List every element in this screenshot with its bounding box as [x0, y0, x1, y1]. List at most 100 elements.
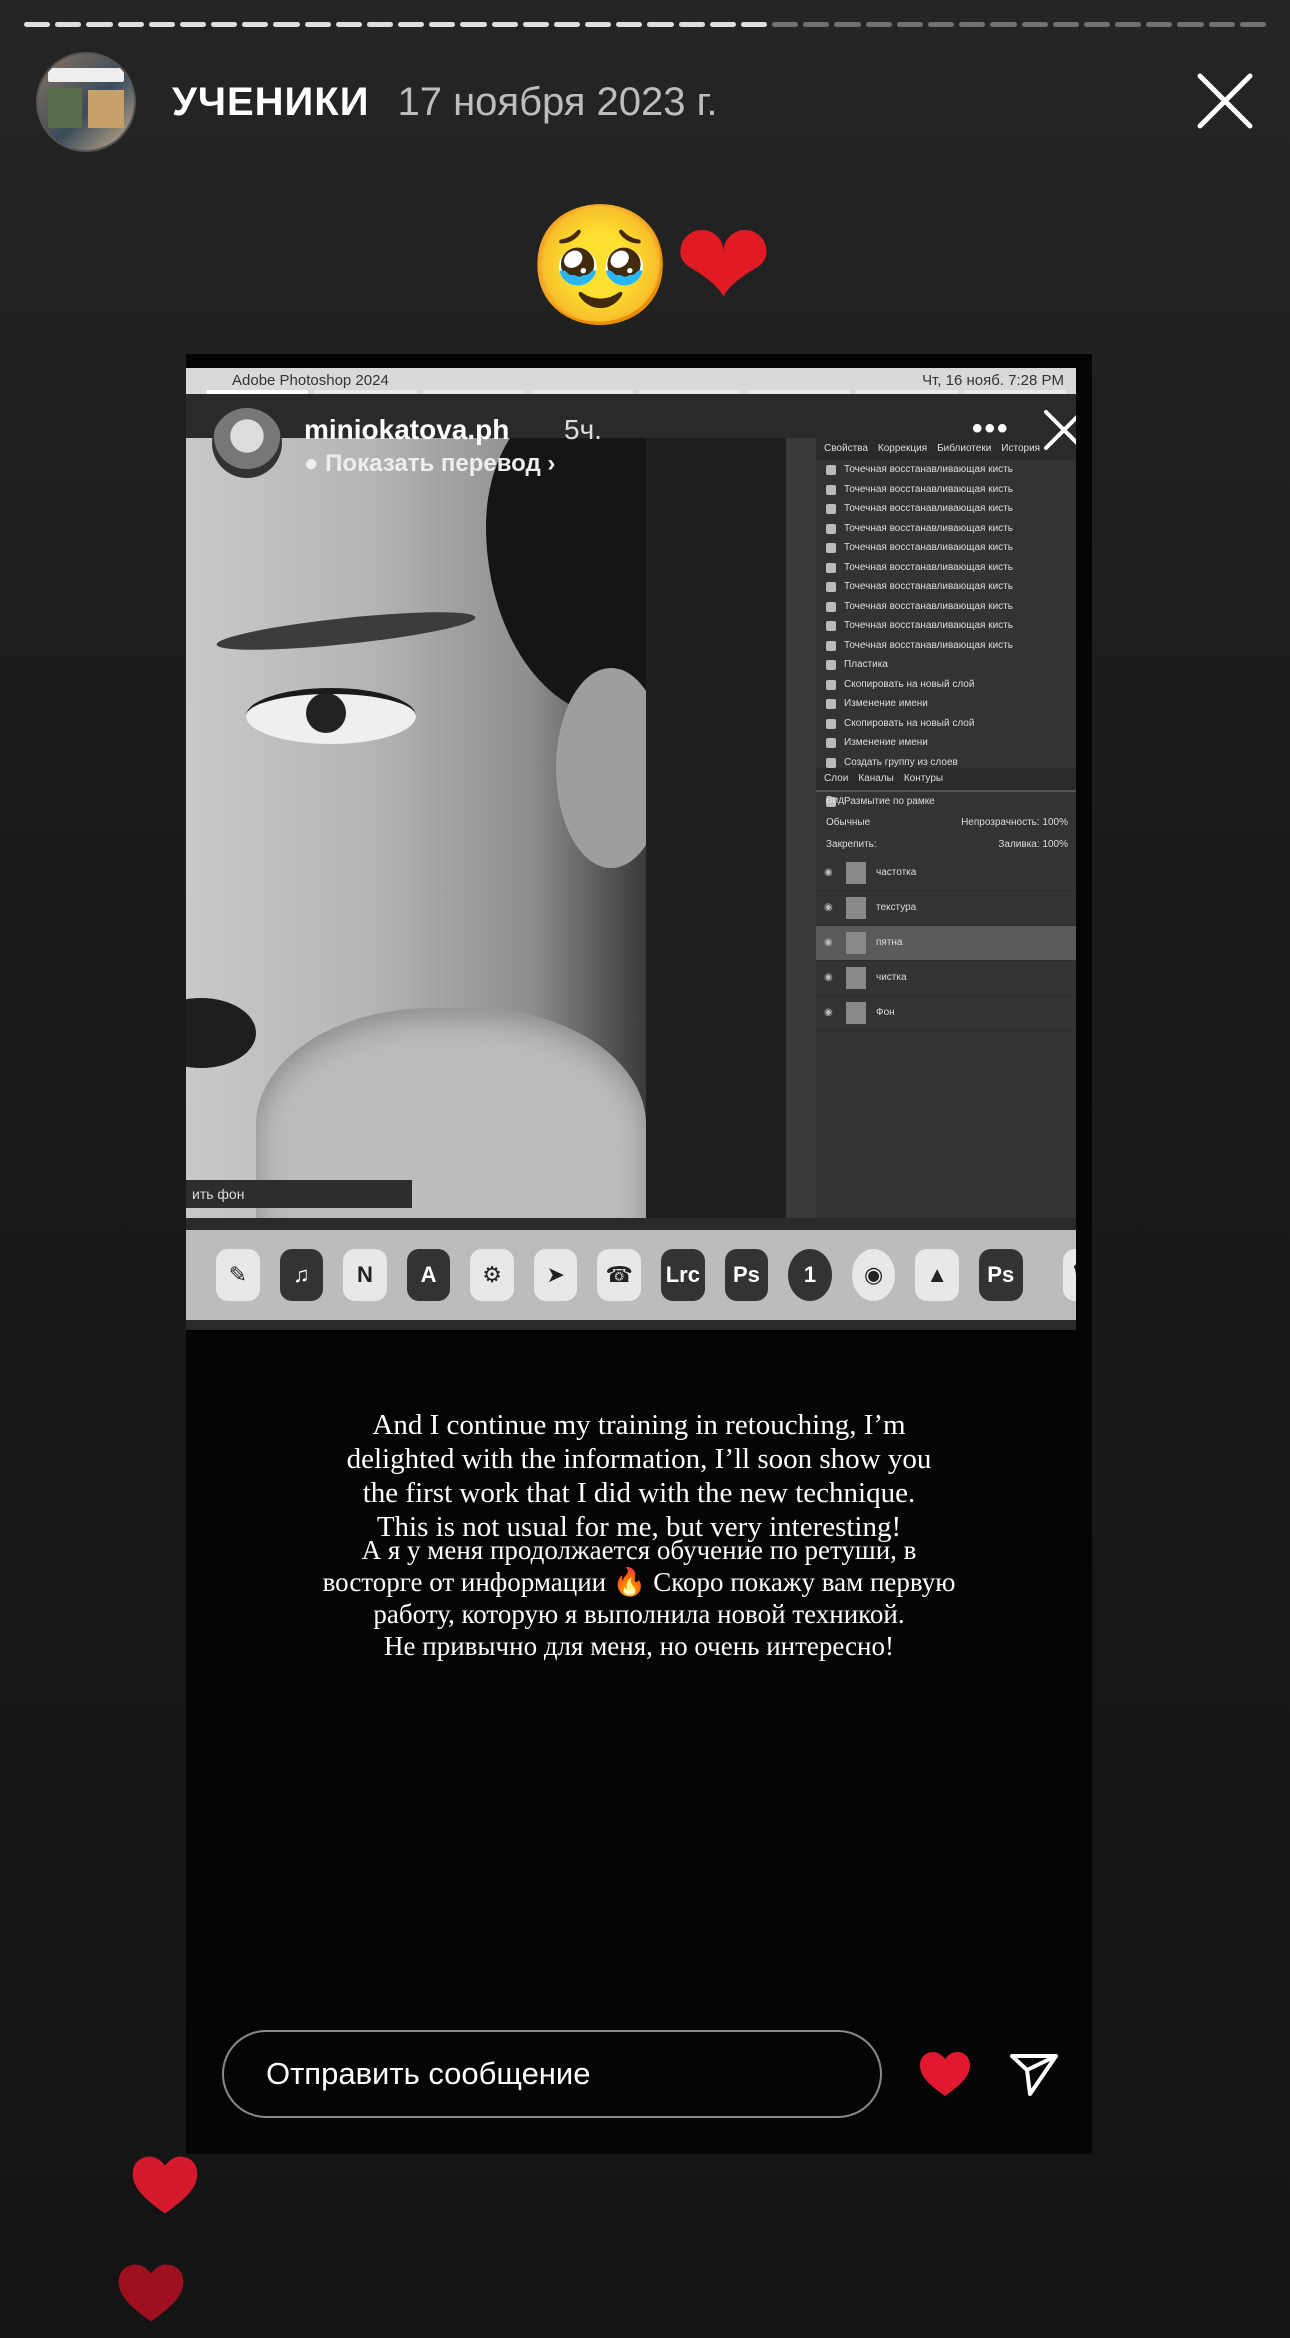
progress-segment [1083, 22, 1111, 27]
chevron-right-icon: › [547, 450, 556, 477]
layer-list: частоткатекстурапятначисткаФон [816, 856, 1076, 1031]
progress-segment [366, 22, 394, 27]
opacity-label: Непрозрачность: 100% [961, 817, 1068, 828]
contextual-taskbar-label: ить фон [192, 1186, 245, 1202]
caption-english: And I continue my training in retouching… [186, 1408, 1092, 1544]
dock-news-icon: N [343, 1249, 387, 1301]
progress-segment [927, 22, 955, 27]
progress-segment [179, 22, 207, 27]
history-item: Точечная восстанавливающая кисть [816, 558, 1076, 578]
history-item: Точечная восстанавливающая кисть [816, 636, 1076, 656]
red-heart-emoji: ❤ [674, 196, 773, 334]
history-item: Точечная восстанавливающая кисть [816, 499, 1076, 519]
progress-segment [585, 22, 612, 27]
account-avatar[interactable] [36, 52, 136, 152]
caption-line: восторге от информации 🔥 Скоро покажу ва… [322, 1567, 956, 1597]
inner-story-header: miniokatova.ph 5ч. ● Показать перевод › … [212, 408, 1076, 478]
dock-music-icon: ♫ [279, 1249, 324, 1301]
lock-label: Закрепить: [826, 839, 877, 850]
dock-lightroom-icon: Lrc [661, 1249, 705, 1301]
layers-tab: Каналы [858, 773, 894, 784]
dock-1password-icon: 1 [788, 1249, 832, 1301]
show-translation-link: ● Показать перевод › [304, 450, 555, 478]
story-header: УЧЕНИКИ 17 ноября 2023 г. [36, 52, 1260, 152]
story-progress-bar [24, 22, 1266, 27]
caption-line: Не привычно для меня, но очень интересно… [384, 1631, 894, 1661]
progress-segment [1115, 22, 1142, 27]
progress-segment [772, 22, 799, 27]
caption-russian: А я у меня продолжается обучение по рету… [186, 1534, 1092, 1662]
inner-username: miniokatova.ph [304, 414, 510, 445]
dock-trash-icon: 🗑 [1062, 1249, 1076, 1301]
progress-segment [678, 22, 705, 27]
progress-segment [803, 22, 830, 27]
dock-freeform-icon: ✎ [216, 1249, 260, 1301]
progress-segment [1052, 22, 1079, 27]
reply-input[interactable]: Отправить сообщение [222, 2030, 882, 2118]
progress-segment [1021, 22, 1048, 27]
progress-segment [553, 22, 581, 27]
translation-bubble-icon: ● [304, 450, 319, 477]
layer-row: текстура [816, 891, 1076, 926]
progress-segment [1208, 22, 1235, 27]
dock-photoshop-icon: Ps [724, 1249, 769, 1301]
progress-segment [55, 22, 82, 27]
show-translation-label: Показать перевод [325, 450, 541, 477]
history-item: Точечная восстанавливающая кисть [816, 480, 1076, 500]
story-viewer: УЧЕНИКИ 17 ноября 2023 г. 🥹❤ Adobe Photo… [0, 0, 1290, 2338]
history-item: Скопировать на новый слой [816, 675, 1076, 695]
portrait-photo [186, 438, 646, 1218]
heart-icon[interactable] [918, 2050, 972, 2098]
caption-line: работу, которую я выполнила новой техник… [373, 1599, 905, 1629]
layers-tab: Слои [824, 773, 849, 784]
inner-progress-bar [206, 390, 1066, 394]
account-name[interactable]: УЧЕНИКИ [172, 80, 369, 125]
caption-line: the first work that I did with the new t… [362, 1477, 916, 1509]
progress-segment [1146, 22, 1173, 27]
layers-panel: Слои Каналы Контуры Вид Обычные Непрозрачн… [816, 768, 1076, 1031]
history-item: Точечная восстанавливающая кисть [816, 616, 1076, 636]
progress-segment [1177, 22, 1204, 27]
dock-settings-icon: ⚙ [470, 1249, 514, 1301]
inner-avatar [212, 408, 282, 478]
dock-appstore-icon: A [406, 1249, 451, 1301]
history-item: Пластика [816, 655, 1076, 675]
close-icon[interactable] [1190, 66, 1260, 136]
reposted-story-card[interactable]: Adobe Photoshop 2024 Чт, 16 нояб. 7:28 P… [186, 354, 1092, 2154]
progress-segment [896, 22, 923, 27]
caption-line: delighted with the information, I’ll soo… [346, 1443, 932, 1475]
fill-label: Заливка: 100% [998, 839, 1068, 850]
history-item: Точечная восстанавливающая кисть [816, 538, 1076, 558]
floating-heart-icon [132, 2156, 198, 2214]
send-icon[interactable] [1008, 2048, 1060, 2100]
contextual-taskbar: ить фон [186, 1180, 412, 1208]
progress-segment [242, 22, 269, 27]
progress-segment [429, 22, 456, 27]
progress-segment [86, 22, 113, 27]
canvas-dark-area [646, 438, 786, 1218]
layer-row: частотка [816, 856, 1076, 891]
inner-more-icon: ••• [972, 412, 1010, 445]
progress-segment [273, 22, 300, 27]
emoji-sticker: 🥹❤ [510, 200, 790, 330]
progress-segment [1239, 22, 1266, 27]
dock-chrome-icon: ◉ [851, 1249, 896, 1301]
progress-segment [834, 22, 861, 27]
progress-segment [335, 22, 362, 27]
progress-segment [522, 22, 549, 27]
history-item: Скопировать на новый слой [816, 714, 1076, 734]
pleading-face-emoji: 🥹 [527, 196, 675, 334]
layers-tab: Контуры [903, 773, 944, 784]
history-item: Изменение имени [816, 694, 1076, 714]
caption-line: And I continue my training in retouching… [372, 1409, 906, 1441]
history-item: Точечная восстанавливающая кисть [816, 519, 1076, 539]
progress-segment [460, 22, 487, 27]
progress-segment [117, 22, 144, 27]
history-item: Точечная восстанавливающая кисть [816, 577, 1076, 597]
progress-segment [865, 22, 892, 27]
dock-telegram-icon: ➤ [533, 1249, 578, 1301]
photoshop-screenshot: Adobe Photoshop 2024 Чт, 16 нояб. 7:28 P… [186, 368, 1076, 1330]
lock-row: Закрепить: Заливка: 100% [816, 834, 1076, 856]
progress-segment [709, 22, 736, 27]
dock-whatsapp-icon: ☎ [597, 1249, 642, 1301]
